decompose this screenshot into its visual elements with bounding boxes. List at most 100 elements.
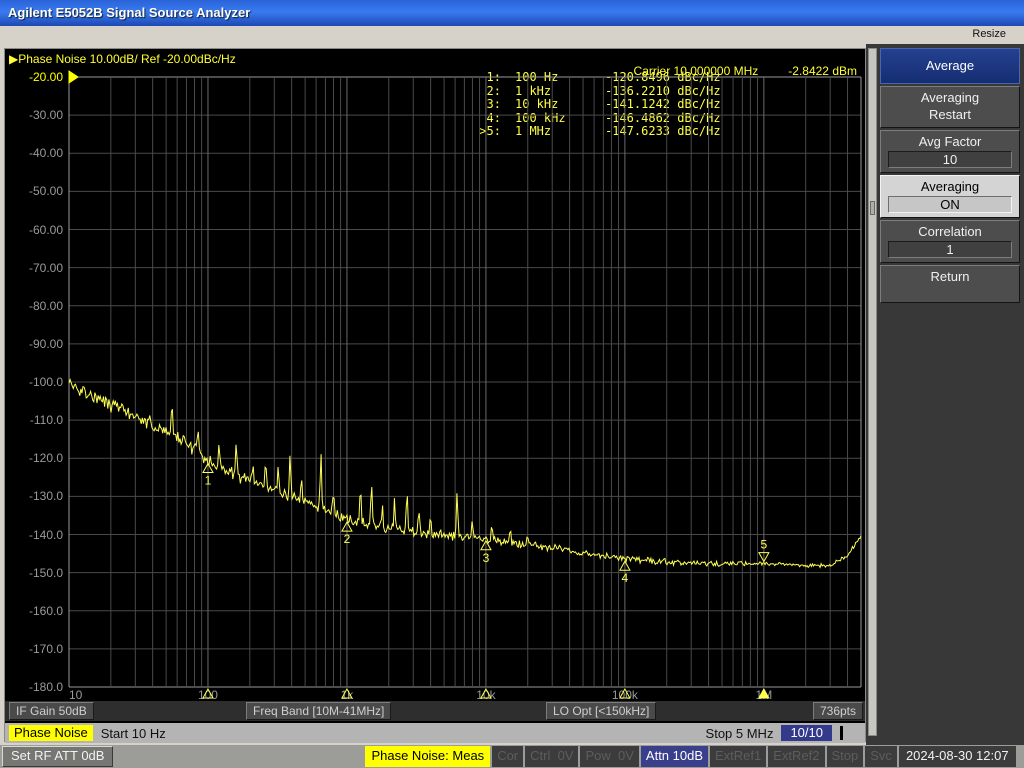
marker-value: -141.1242 dBc/Hz (605, 98, 721, 112)
status-badge: Ctrl 0V (525, 746, 578, 767)
marker-table-row: 3:10 kHz-141.1242 dBc/Hz (467, 98, 721, 112)
marker-table-row: 1:100 Hz-120.8496 dBc/Hz (467, 71, 721, 85)
marker-value: -136.2210 dBc/Hz (605, 85, 721, 99)
softkey-menu-title: Average (880, 48, 1020, 84)
softkey-value: ON (888, 196, 1012, 213)
status-badge: ExtRef2 (768, 746, 824, 767)
trace-header: ▶Phase Noise 10.00dB/ Ref -20.00dBc/Hz (9, 52, 236, 66)
measurement-status-chip: Phase Noise: Meas (365, 746, 490, 767)
marker-frequency: 1 kHz (501, 85, 605, 99)
softkey-label: Restart (884, 106, 1016, 123)
y-tick-label: -120.0 (5, 451, 63, 465)
menu-row: Resize (0, 26, 1024, 44)
softkey-label: Averaging (884, 89, 1016, 106)
sweep-right-group: Stop 5 MHz 10/10 (706, 725, 861, 741)
y-tick-label: -90.00 (5, 337, 63, 351)
marker-frequency: 100 Hz (501, 71, 605, 85)
y-tick-label: -100.0 (5, 375, 63, 389)
softkey-label: Return (884, 268, 1016, 285)
y-ref-label: -20.00 (5, 70, 63, 84)
status-badge: Cor (492, 746, 523, 767)
resize-menu-item[interactable]: Resize (972, 28, 1006, 40)
marker-value: -120.8496 dBc/Hz (605, 71, 721, 85)
status-badge: Stop (827, 746, 864, 767)
softkey-button[interactable]: AveragingRestart (880, 86, 1020, 128)
x-tick-label: 10k (466, 688, 506, 702)
band-status-row: IF Gain 50dB Freq Band [10M-41MHz] LO Opt … (5, 701, 865, 721)
phase-noise-plot: 1 2 3 4 5 (5, 49, 867, 743)
carrier-power: -2.8422 dBm (788, 64, 857, 78)
marker-number: 4: (467, 112, 501, 126)
clock: 2024-08-30 12:07 (899, 746, 1016, 767)
softkey-label: Correlation (884, 223, 1016, 240)
svg-text:2: 2 (344, 532, 351, 546)
softkey-button[interactable]: AveragingON (880, 175, 1020, 218)
y-tick-label: -170.0 (5, 642, 63, 656)
scrollbar-thumb[interactable] (870, 201, 875, 215)
softkey-button[interactable]: Correlation1 (880, 220, 1020, 263)
y-tick-label: -140.0 (5, 528, 63, 542)
sweep-start-label: Start 10 Hz (101, 726, 166, 741)
marker-frequency: 1 MHz (501, 125, 605, 139)
status-badge: Pow 0V (580, 746, 638, 767)
set-rf-att-button[interactable]: Set RF ATT 0dB (2, 746, 113, 767)
band-panel: Freq Band [10M-41MHz] (246, 702, 391, 720)
window-title-bar: Agilent E5052B Signal Source Analyzer (0, 0, 1024, 26)
softkey-sidebar: Average AveragingRestartAvg Factor10Aver… (866, 44, 1024, 745)
y-tick-label: -70.00 (5, 261, 63, 275)
y-tick-label: -50.00 (5, 184, 63, 198)
status-badge: ExtRef1 (710, 746, 766, 767)
sweep-stop-label: Stop 5 MHz (706, 726, 774, 741)
marker-readout-table: 1:100 Hz-120.8496 dBc/Hz2:1 kHz-136.2210… (467, 71, 721, 139)
marker-frequency: 100 kHz (501, 112, 605, 126)
window-title: Agilent E5052B Signal Source Analyzer (8, 5, 250, 20)
x-tick-label: 100k (605, 688, 645, 702)
trace-header-label: Phase Noise 10.00dB/ Ref -20.00dBc/Hz (18, 52, 235, 66)
x-tick-label: 10 (69, 688, 82, 702)
marker-number: 1: (467, 71, 501, 85)
points-count: 736pts (813, 702, 863, 720)
svg-text:4: 4 (622, 571, 629, 585)
y-tick-label: -110.0 (5, 413, 63, 427)
softkey-value: 10 (888, 151, 1012, 168)
status-badge-strip: CorCtrl 0VPow 0VAttn 10dBExtRef1ExtRef2S… (492, 746, 897, 767)
trace-select-arrow-icon: ▶ (9, 52, 18, 66)
softkey-value: 1 (888, 241, 1012, 258)
marker-table-row: >5:1 MHz-147.6233 dBc/Hz (467, 125, 721, 139)
softkey-buttons: AveragingRestartAvg Factor10AveragingONC… (880, 86, 1020, 303)
channel-chip: Phase Noise (9, 725, 93, 741)
y-tick-label: -130.0 (5, 489, 63, 503)
y-tick-label: -40.00 (5, 146, 63, 160)
marker-number: 3: (467, 98, 501, 112)
marker-table-row: 4:100 kHz-146.4862 dBc/Hz (467, 112, 721, 126)
softkey-stack: Average AveragingRestartAvg Factor10Aver… (880, 48, 1020, 305)
status-badge: Attn 10dB (641, 746, 708, 767)
marker-number: >5: (467, 125, 501, 139)
y-tick-label: -80.00 (5, 299, 63, 313)
softkey-button[interactable]: Avg Factor10 (880, 130, 1020, 173)
marker-table-row: 2:1 kHz-136.2210 dBc/Hz (467, 85, 721, 99)
page-indicator: 10/10 (781, 725, 832, 741)
instrument-screen: ▶Phase Noise 10.00dB/ Ref -20.00dBc/Hz C… (4, 48, 866, 742)
status-badge: Svc (865, 746, 897, 767)
svg-text:5: 5 (761, 538, 768, 552)
y-tick-label: -150.0 (5, 566, 63, 580)
band-panel: LO Opt [<150kHz] (546, 702, 656, 720)
x-tick-label: 100 (188, 688, 228, 702)
y-tick-label: -30.00 (5, 108, 63, 122)
marker-number: 2: (467, 85, 501, 99)
softkey-scrollbar[interactable] (868, 48, 877, 736)
softkey-label: Averaging (884, 178, 1016, 195)
x-tick-label: 1k (327, 688, 367, 702)
marker-frequency: 10 kHz (501, 98, 605, 112)
softkey-button[interactable]: Return (880, 265, 1020, 303)
y-tick-label: -180.0 (5, 680, 63, 694)
marker-value: -147.6233 dBc/Hz (605, 125, 721, 139)
y-tick-label: -160.0 (5, 604, 63, 618)
softkey-label: Avg Factor (884, 133, 1016, 150)
y-tick-label: -60.00 (5, 223, 63, 237)
svg-text:3: 3 (483, 551, 490, 565)
marker-value: -146.4862 dBc/Hz (605, 112, 721, 126)
band-panel: IF Gain 50dB (9, 702, 94, 720)
svg-text:1: 1 (205, 473, 212, 487)
